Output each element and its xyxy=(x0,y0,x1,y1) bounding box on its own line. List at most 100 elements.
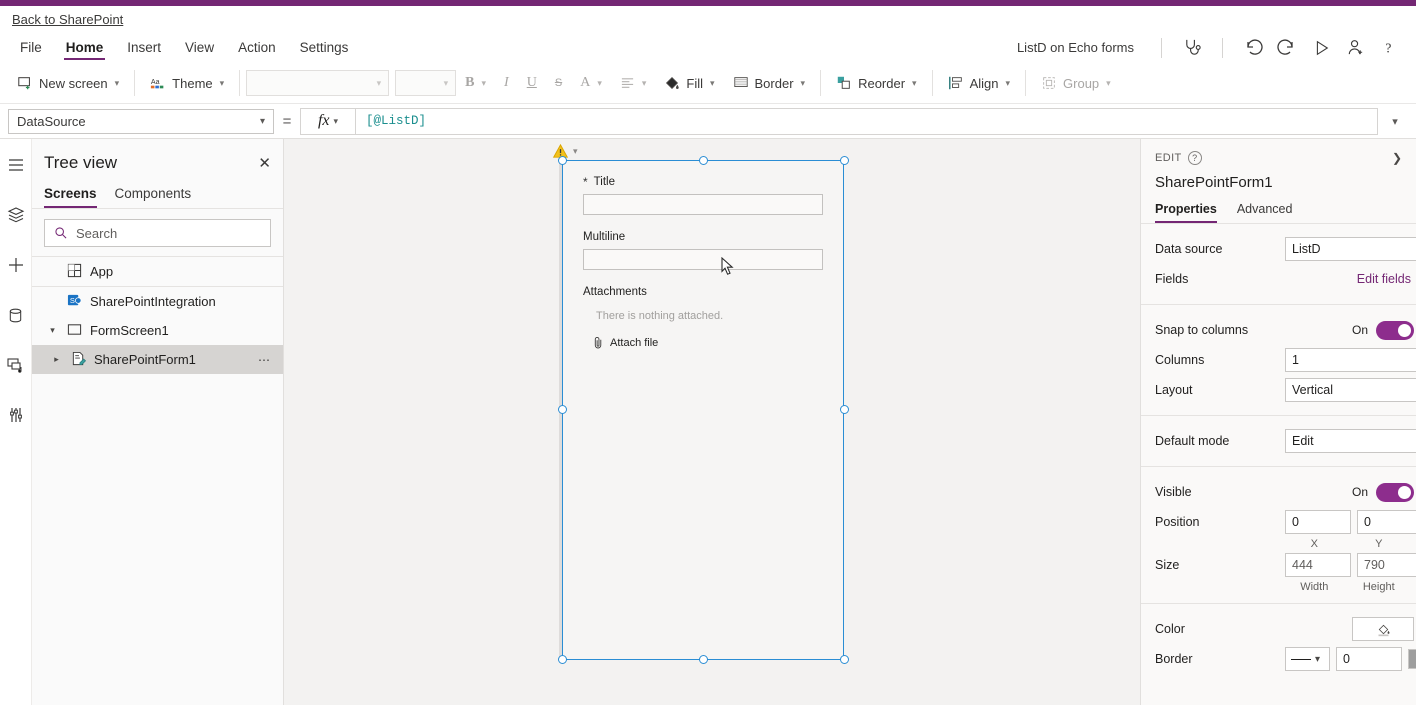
app-icon xyxy=(67,263,82,281)
undo-icon[interactable] xyxy=(1236,33,1270,63)
columns-label: Columns xyxy=(1155,353,1205,367)
border-width-input[interactable]: 0 xyxy=(1336,647,1402,671)
font-size-select[interactable]: ▾ xyxy=(395,70,457,96)
size-height-input[interactable]: 790 xyxy=(1357,553,1416,577)
tree-node-sharepointintegration[interactable]: S SharePointIntegration xyxy=(32,287,283,316)
tree-view-layers-icon[interactable] xyxy=(2,201,30,229)
font-color-button[interactable]: A ▾ xyxy=(571,68,611,98)
properties-group-data: Data source ListD ▾ Fields Edit fields xyxy=(1141,224,1416,305)
edit-fields-link[interactable]: Edit fields xyxy=(1357,272,1414,286)
title-input[interactable] xyxy=(583,194,823,215)
media-icon[interactable] xyxy=(2,351,30,379)
menu-item-file[interactable]: File xyxy=(8,32,54,63)
layout-select[interactable]: Vertical ▾ xyxy=(1285,378,1416,402)
app-name-label: ListD on Echo forms xyxy=(1016,40,1134,55)
menu-item-home[interactable]: Home xyxy=(54,32,116,63)
search-input[interactable]: Search xyxy=(44,219,271,247)
position-x-input[interactable]: 0 xyxy=(1285,510,1351,534)
help-icon[interactable]: ? xyxy=(1372,33,1406,63)
data-source-select[interactable]: ListD ▾ xyxy=(1285,237,1416,261)
strikethrough-button[interactable]: S xyxy=(546,68,571,98)
data-source-value: ListD xyxy=(1292,242,1321,256)
formula-input[interactable]: [@ListD] xyxy=(356,107,1378,135)
columns-select[interactable]: 1 ▾ xyxy=(1285,348,1416,372)
divider xyxy=(134,70,136,96)
resize-handle-bottom-right[interactable] xyxy=(839,654,849,664)
share-user-icon[interactable] xyxy=(1338,33,1372,63)
menu-bar-right: ListD on Echo forms ? xyxy=(1017,32,1416,63)
bold-label: B xyxy=(465,75,475,90)
tab-components[interactable]: Components xyxy=(115,183,192,208)
tree-view-panel: Tree view ✕ Screens Components Search Ap… xyxy=(32,139,284,705)
font-family-select[interactable]: ▾ xyxy=(246,70,390,96)
help-icon[interactable]: ? xyxy=(1187,151,1202,165)
tree-node-sharepointform1[interactable]: ▸ SharePointForm1 ⋯ xyxy=(32,345,283,374)
size-width-input[interactable]: 444 xyxy=(1285,553,1351,577)
border-style-select[interactable]: ▾ xyxy=(1285,647,1330,671)
italic-button[interactable]: I xyxy=(495,68,518,98)
theme-button[interactable]: Aa Theme ▾ xyxy=(141,68,233,98)
resize-handle-middle-left[interactable] xyxy=(557,404,567,414)
bold-button[interactable]: B ▾ xyxy=(456,68,495,98)
resize-handle-bottom-left[interactable] xyxy=(557,654,567,664)
toggle-knob xyxy=(1398,323,1411,337)
chevron-down-icon[interactable]: ▾ xyxy=(573,146,578,157)
tab-properties[interactable]: Properties xyxy=(1155,202,1217,223)
chevron-down-icon[interactable]: ▾ xyxy=(46,325,59,336)
fill-color-button[interactable] xyxy=(1352,617,1414,641)
fx-button[interactable]: fx ▾ xyxy=(300,107,356,135)
menu-item-settings[interactable]: Settings xyxy=(288,32,361,63)
hamburger-menu-icon[interactable] xyxy=(2,151,30,179)
reorder-button[interactable]: Reorder ▾ xyxy=(827,68,926,98)
chevron-down-icon: ▾ xyxy=(376,77,382,88)
advanced-tools-icon[interactable] xyxy=(2,401,30,429)
canvas-area[interactable]: ▾ * Title Multiline Attachments There is… xyxy=(284,139,1140,705)
chevron-down-icon: ▾ xyxy=(333,115,339,126)
tab-screens[interactable]: Screens xyxy=(44,183,97,208)
visible-toggle[interactable] xyxy=(1376,482,1414,502)
tree-node-formscreen1[interactable]: ▾ FormScreen1 xyxy=(32,316,283,345)
data-cylinder-icon[interactable] xyxy=(2,301,30,329)
menu-item-action[interactable]: Action xyxy=(226,32,288,63)
preview-play-icon[interactable] xyxy=(1304,33,1338,63)
more-options-icon[interactable]: ⋯ xyxy=(258,353,283,367)
sharepoint-form-control[interactable]: * Title Multiline Attachments There is n… xyxy=(562,160,844,660)
tree-search-wrapper: Search xyxy=(32,209,283,256)
snap-to-columns-toggle[interactable] xyxy=(1376,320,1414,340)
underline-button[interactable]: U xyxy=(518,68,546,98)
resize-handle-top-center[interactable] xyxy=(698,155,708,165)
formula-expand-chevron-down-icon[interactable]: ▾ xyxy=(1378,115,1412,128)
default-mode-select[interactable]: Edit ▾ xyxy=(1285,429,1416,453)
default-mode-value: Edit xyxy=(1292,434,1314,448)
app-checker-stethoscope-icon[interactable] xyxy=(1175,33,1209,63)
menu-item-insert[interactable]: Insert xyxy=(115,32,173,63)
svg-text:?: ? xyxy=(1385,40,1391,55)
collapse-panel-chevron-right-icon[interactable]: ❯ xyxy=(1392,151,1402,165)
position-y-caption: Y xyxy=(1375,538,1383,550)
align-button[interactable]: Align ▾ xyxy=(939,68,1019,98)
align-text-button[interactable]: ▾ xyxy=(611,68,656,98)
fill-button[interactable]: Fill ▾ xyxy=(655,68,723,98)
position-y-input[interactable]: 0 xyxy=(1357,510,1416,534)
back-to-sharepoint-link[interactable]: Back to SharePoint xyxy=(12,12,123,27)
resize-handle-top-left[interactable] xyxy=(557,155,567,165)
group-button[interactable]: Group ▾ xyxy=(1032,68,1120,98)
tree-node-app[interactable]: App xyxy=(32,257,283,286)
property-select[interactable]: DataSource ▾ xyxy=(8,108,274,134)
chevron-right-icon[interactable]: ▸ xyxy=(50,354,63,365)
insert-plus-icon[interactable] xyxy=(2,251,30,279)
border-color-swatch[interactable] xyxy=(1408,649,1416,669)
properties-panel: EDIT ? ❯ SharePointForm1 Properties Adva… xyxy=(1140,139,1416,705)
redo-icon[interactable] xyxy=(1270,33,1304,63)
resize-handle-top-right[interactable] xyxy=(839,155,849,165)
attach-file-button[interactable]: Attach file xyxy=(583,336,823,349)
tab-advanced[interactable]: Advanced xyxy=(1237,202,1293,223)
new-screen-button[interactable]: New screen ▾ xyxy=(8,68,128,98)
resize-handle-middle-right[interactable] xyxy=(839,404,849,414)
menu-item-view[interactable]: View xyxy=(173,32,226,63)
snap-to-columns-control: On xyxy=(1285,320,1414,340)
close-icon[interactable]: ✕ xyxy=(258,156,271,171)
border-button[interactable]: Border ▾ xyxy=(724,68,815,98)
multiline-input[interactable] xyxy=(583,249,823,270)
resize-handle-bottom-center[interactable] xyxy=(698,654,708,664)
